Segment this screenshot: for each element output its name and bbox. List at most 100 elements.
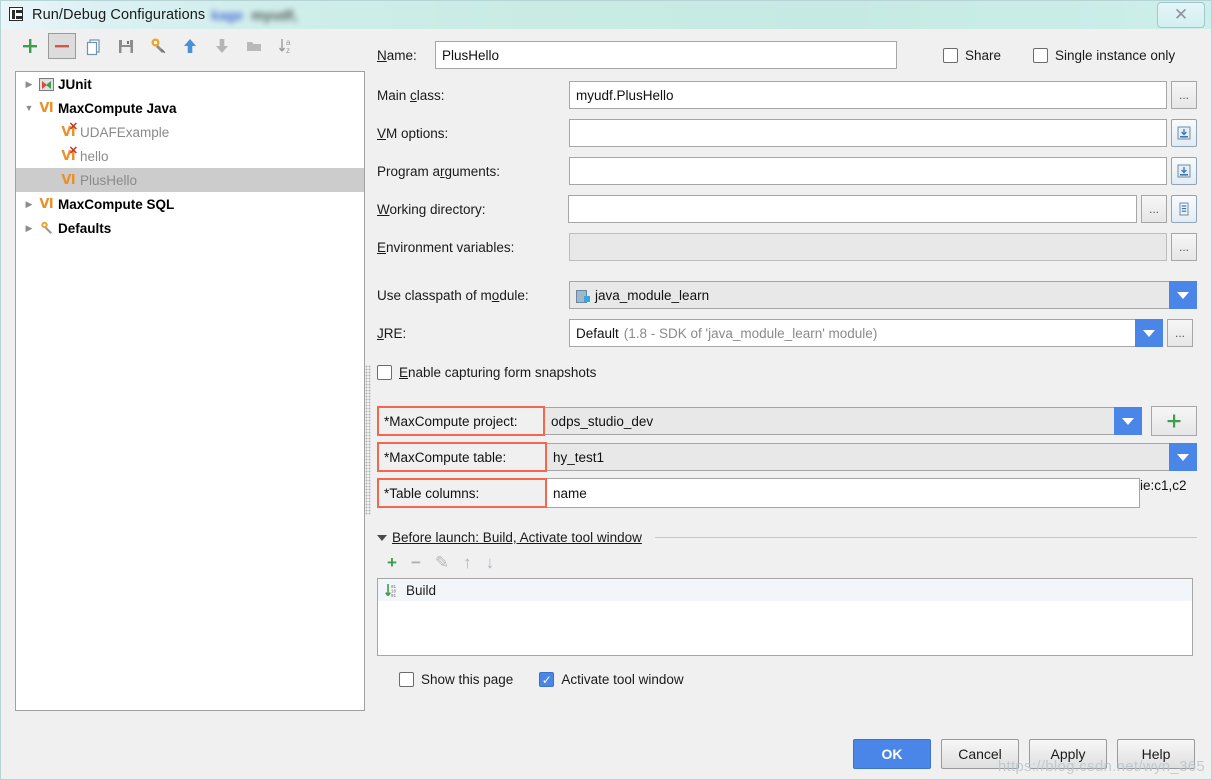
chevron-down-icon[interactable]: ▼: [20, 96, 38, 120]
program-arguments-label: Program arguments:: [377, 163, 501, 179]
name-input[interactable]: PlusHello: [435, 41, 897, 69]
add-configuration-button[interactable]: [16, 33, 44, 59]
before-launch-task-list[interactable]: 01 10 01 Build: [377, 578, 1193, 656]
maxcompute-project-combo[interactable]: odps_studio_dev: [545, 407, 1114, 435]
bottom-checkbox-row: Show this page Activate tool window: [377, 672, 1197, 687]
vm-options-label: VM options:: [377, 125, 449, 141]
maxcompute-project-dropdown-arrow[interactable]: [1114, 407, 1142, 435]
form-snapshots-checkbox[interactable]: Enable capturing form snapshots: [377, 365, 596, 380]
tree-item-defaults[interactable]: ▶ Defaults: [16, 216, 364, 240]
table-columns-input[interactable]: name: [547, 478, 1140, 508]
move-up-button[interactable]: [176, 33, 204, 59]
program-arguments-expand-button[interactable]: [1171, 157, 1197, 185]
environment-variables-input[interactable]: [569, 233, 1167, 261]
chevron-down-icon: [1177, 291, 1189, 299]
vm-options-row: VM options:: [377, 119, 1197, 147]
svg-text:01: 01: [391, 595, 397, 598]
ok-button[interactable]: OK: [853, 739, 931, 769]
program-arguments-input[interactable]: [569, 157, 1167, 185]
tree-item-junit[interactable]: ▶ JUnit: [16, 72, 364, 96]
list-lines-icon: [1179, 202, 1189, 216]
tree-item-udafexample[interactable]: ▶ Ⅵ✕UDAFExample: [16, 120, 364, 144]
show-this-page-checkbox-box: [399, 672, 414, 687]
plus-icon: [1167, 414, 1181, 428]
move-down-button[interactable]: [208, 33, 236, 59]
show-this-page-checkbox[interactable]: Show this page: [399, 672, 513, 687]
main-class-browse-button[interactable]: ...: [1171, 81, 1197, 109]
chevron-right-icon[interactable]: ▶: [20, 72, 38, 96]
maxcompute-table-dropdown-arrow[interactable]: [1169, 443, 1197, 471]
maxcompute-table-combo[interactable]: hy_test1: [547, 443, 1169, 471]
jre-detail: (1.8 - SDK of 'java_module_learn' module…: [623, 325, 878, 341]
main-class-input[interactable]: myudf.PlusHello: [569, 81, 1167, 109]
vm-options-expand-button[interactable]: [1171, 119, 1197, 147]
maxcompute-icon: Ⅵ: [39, 100, 54, 116]
share-checkbox[interactable]: Share: [943, 47, 1001, 63]
add-task-button[interactable]: +: [387, 554, 397, 571]
edit-task-button[interactable]: ✎: [435, 554, 449, 571]
tree-item-hello[interactable]: ▶ Ⅵ✕hello: [16, 144, 364, 168]
chevron-down-icon: [1177, 453, 1189, 461]
sort-configurations-button[interactable]: a z: [272, 33, 300, 59]
copy-configuration-button[interactable]: [80, 33, 108, 59]
working-directory-browse-button[interactable]: ...: [1141, 195, 1167, 223]
before-launch-header[interactable]: Before launch: Build, Activate tool wind…: [377, 530, 1197, 545]
maxcompute-table-row: *MaxCompute table: hy_test1: [377, 442, 1197, 472]
working-directory-input[interactable]: [568, 195, 1137, 223]
classpath-module-row: Use classpath of module: java_module_lea…: [377, 281, 1197, 309]
tree-twisty-spacer: ▶: [20, 120, 38, 144]
classpath-module-combo[interactable]: java_module_learn: [569, 281, 1169, 309]
classpath-module-dropdown-arrow[interactable]: [1169, 281, 1197, 309]
edit-templates-button[interactable]: [144, 33, 172, 59]
tree-item-label: MaxCompute SQL: [58, 196, 175, 212]
list-item[interactable]: 01 10 01 Build: [378, 579, 1192, 601]
name-label: NName:ame:: [377, 47, 417, 63]
single-instance-checkbox[interactable]: Single instance only: [1033, 47, 1175, 63]
classpath-module-label: Use classpath of module:: [377, 287, 529, 303]
environment-variables-edit-button[interactable]: ...: [1171, 233, 1197, 261]
save-configuration-button[interactable]: [112, 33, 140, 59]
maxcompute-icon: Ⅵ ✕: [61, 120, 78, 140]
close-icon[interactable]: ✕: [1157, 2, 1205, 28]
move-task-down-button[interactable]: ↓: [486, 554, 495, 571]
name-row: NName:ame: PlusHello Share Single instan…: [377, 41, 1197, 69]
save-floppy-icon: [119, 40, 133, 53]
tree-item-label: Defaults: [58, 220, 112, 236]
working-directory-macro-button[interactable]: [1171, 195, 1197, 223]
tree-item-maxcompute-sql[interactable]: ▶ Ⅵ MaxCompute SQL: [16, 192, 364, 216]
move-into-folder-button[interactable]: [240, 33, 268, 59]
ellipsis-icon: ...: [1174, 326, 1185, 340]
chevron-right-icon[interactable]: ▶: [20, 192, 38, 216]
chevron-right-icon[interactable]: ▶: [20, 216, 38, 240]
tree-item-plushello[interactable]: ▶ ⅥPlusHello: [16, 168, 364, 192]
remove-task-button[interactable]: −: [411, 554, 421, 571]
svg-text:01: 01: [391, 586, 397, 590]
tree-item-label: PlusHello: [80, 172, 138, 188]
show-this-page-label: Show this page: [421, 672, 514, 687]
jre-dropdown-arrow[interactable]: [1135, 319, 1163, 347]
jre-combo[interactable]: Default (1.8 - SDK of 'java_module_learn…: [569, 319, 1135, 347]
configurations-tree[interactable]: ▶JUnit▼ⅥMaxCompute Java▶Ⅵ✕UDAFExample▶Ⅵ✕…: [15, 71, 365, 711]
tree-item-label: hello: [80, 148, 109, 164]
maxcompute-icon: Ⅵ: [39, 196, 54, 212]
expand-editor-icon: [1177, 126, 1191, 140]
module-icon: [576, 289, 590, 303]
tree-item-maxcompute-java[interactable]: ▼ Ⅵ MaxCompute Java: [16, 96, 364, 120]
maxcompute-project-label: *MaxCompute project:: [377, 406, 546, 436]
title-blur-part-2: myudf,: [251, 7, 298, 23]
watermark: https://blog.csdn.net/wyn_365: [997, 758, 1205, 775]
splitter-handle[interactable]: [365, 365, 371, 515]
title-blurred-suffix: kage myudf,: [211, 7, 297, 23]
activate-tool-window-checkbox[interactable]: Activate tool window: [539, 672, 684, 687]
form-snapshots-row: Enable capturing form snapshots: [365, 365, 1197, 515]
working-directory-label: Working directory:: [377, 201, 486, 217]
maxcompute-project-label-text: *MaxCompute project:: [384, 413, 518, 429]
maxcompute-project-add-button[interactable]: [1151, 406, 1197, 436]
table-columns-value: name: [553, 485, 587, 501]
header-divider: [654, 537, 1197, 538]
remove-configuration-button[interactable]: [48, 33, 76, 59]
jre-browse-button[interactable]: ...: [1167, 319, 1193, 347]
vm-options-input[interactable]: [569, 119, 1167, 147]
move-task-up-button[interactable]: ↑: [463, 554, 472, 571]
chevron-down-icon: [1143, 329, 1155, 337]
